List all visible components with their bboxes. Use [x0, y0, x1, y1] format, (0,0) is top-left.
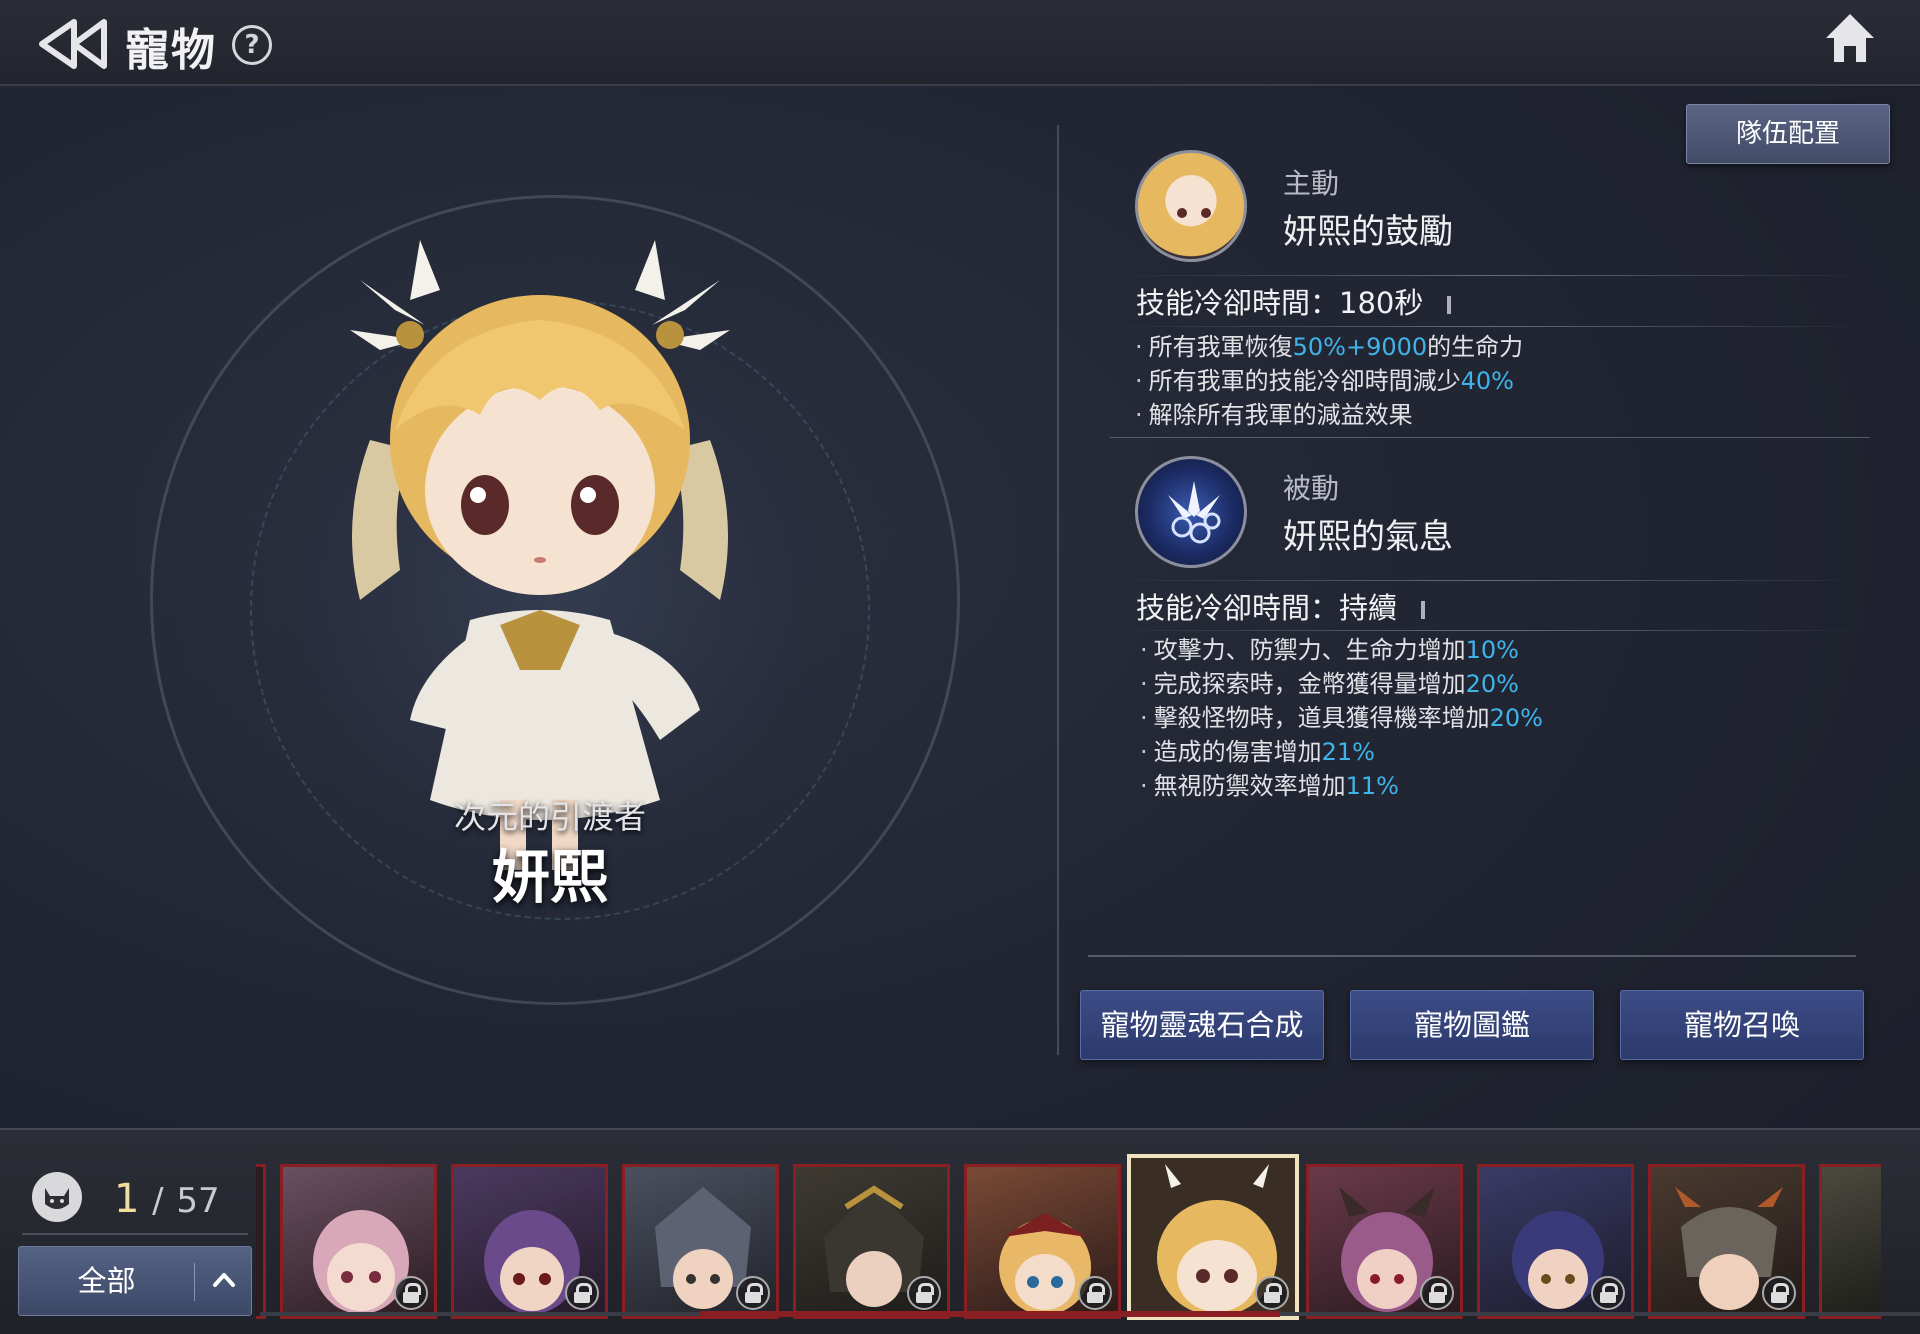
pet-count-separator: / [152, 1181, 164, 1221]
effect-value: 20% [1465, 670, 1519, 698]
effect-text: 所有我軍的技能冷卻時間減少 [1148, 367, 1461, 395]
pet-count-current: 1 [114, 1176, 140, 1222]
effect-line: 擊殺怪物時，道具獲得機率增加20% [1140, 701, 1543, 735]
pet-card[interactable] [1648, 1164, 1805, 1319]
filter-separator [194, 1263, 195, 1301]
lock-icon [1255, 1276, 1289, 1310]
effect-line: 解除所有我軍的減益效果 [1135, 398, 1523, 432]
effect-value: 50%+9000 [1292, 333, 1428, 361]
lock-icon [1591, 1276, 1625, 1310]
pet-card[interactable] [280, 1164, 437, 1319]
pet-count-total: 57 [176, 1181, 220, 1221]
effect-text: 擊殺怪物時，道具獲得機率增加 [1153, 704, 1490, 732]
effect-value: 21% [1321, 738, 1375, 766]
lock-icon [565, 1276, 599, 1310]
chevron-up-icon[interactable] [209, 1265, 239, 1295]
lock-icon [1420, 1276, 1454, 1310]
filter-label: 全部 [77, 1264, 136, 1298]
top-bar: 寵物 ? [0, 0, 1920, 86]
effect-text: 所有我軍恢復 [1148, 333, 1293, 361]
cooldown-active: 技能冷卻時間：180秒 [1136, 280, 1452, 322]
pet-list-scroll-thumb[interactable] [700, 1311, 1280, 1317]
effect-text: 攻擊力、防禦力、生命力增加 [1153, 636, 1466, 664]
lock-icon [1762, 1276, 1796, 1310]
active-skill-icon[interactable] [1135, 150, 1247, 262]
pet-category-icon [32, 1172, 82, 1222]
lock-icon [907, 1276, 941, 1310]
effect-line: 攻擊力、防禦力、生命力增加10% [1140, 633, 1543, 667]
passive-skill-effects: 攻擊力、防禦力、生命力增加10% 完成探索時，金幣獲得量增加20% 擊殺怪物時，… [1140, 633, 1543, 803]
pet-card-partial[interactable] [256, 1164, 266, 1319]
count-underline [22, 1233, 248, 1235]
skill-name-passive: 妍熙的氣息 [1283, 517, 1453, 557]
cooldown-marker [1421, 601, 1426, 619]
effect-text: 解除所有我軍的減益效果 [1148, 401, 1413, 429]
effect-text: 無視防禦效率增加 [1153, 772, 1346, 800]
effect-line: 無視防禦效率增加11% [1140, 769, 1543, 803]
pet-card[interactable] [622, 1164, 779, 1319]
pet-card[interactable] [451, 1164, 608, 1319]
pet-card[interactable] [964, 1164, 1121, 1319]
effect-text: 造成的傷害增加 [1153, 738, 1322, 766]
separator [1110, 580, 1870, 581]
effect-value: 10% [1465, 636, 1519, 664]
lock-icon [736, 1276, 770, 1310]
pet-character-image[interactable] [300, 240, 780, 880]
effect-value: 40% [1460, 367, 1514, 395]
cooldown-text: 技能冷卻時間：持續 [1136, 591, 1398, 625]
pet-codex-button[interactable]: 寵物圖鑑 [1350, 990, 1594, 1060]
effect-line: 造成的傷害增加21% [1140, 735, 1543, 769]
effect-value: 20% [1489, 704, 1543, 732]
panel-divider [1057, 125, 1059, 1055]
separator [1110, 630, 1870, 631]
home-icon[interactable] [1822, 10, 1878, 66]
pet-name: 妍熙 [491, 843, 608, 911]
cooldown-text: 技能冷卻時間：180秒 [1136, 286, 1424, 320]
pet-card-partial[interactable] [1819, 1164, 1881, 1319]
pet-card[interactable] [1306, 1164, 1463, 1319]
pet-count: 1 / 57 [114, 1176, 220, 1222]
page-title: 寵物 [125, 25, 217, 76]
back-arrow-icon[interactable] [38, 16, 112, 72]
skill-type-passive: 被動 [1283, 472, 1340, 505]
separator [1110, 326, 1870, 327]
effect-line: 所有我軍的技能冷卻時間減少40% [1135, 364, 1523, 398]
lock-icon [1078, 1276, 1112, 1310]
effect-line: 完成探索時，金幣獲得量增加20% [1140, 667, 1543, 701]
pet-filter-dropdown[interactable]: 全部 [18, 1246, 252, 1316]
soulstone-synthesis-button[interactable]: 寵物靈魂石合成 [1080, 990, 1324, 1060]
effect-text: 完成探索時，金幣獲得量增加 [1153, 670, 1466, 698]
pet-card[interactable] [1477, 1164, 1634, 1319]
cooldown-passive: 技能冷卻時間：持續 [1136, 585, 1426, 627]
skill-type-active: 主動 [1283, 167, 1340, 200]
cooldown-marker [1447, 296, 1452, 314]
skill-section-divider [1110, 437, 1870, 438]
separator [1110, 275, 1870, 276]
effect-value: 11% [1345, 772, 1399, 800]
passive-skill-icon[interactable] [1135, 456, 1247, 568]
pet-summon-button[interactable]: 寵物召喚 [1620, 990, 1864, 1060]
effect-text: 的生命力 [1427, 333, 1524, 361]
action-divider [1088, 955, 1856, 957]
effect-line: 所有我軍恢復50%+9000的生命力 [1135, 330, 1524, 364]
pet-card-selected[interactable] [1127, 1154, 1299, 1320]
pet-card[interactable] [793, 1164, 950, 1319]
team-config-button[interactable]: 隊伍配置 [1686, 104, 1890, 164]
active-skill-effects: 所有我軍恢復50%+9000的生命力 所有我軍的技能冷卻時間減少40% 解除所有… [1135, 330, 1524, 432]
skill-name-active: 妍熙的鼓勵 [1283, 212, 1453, 252]
help-icon[interactable]: ? [232, 25, 272, 65]
lock-icon [394, 1276, 428, 1310]
